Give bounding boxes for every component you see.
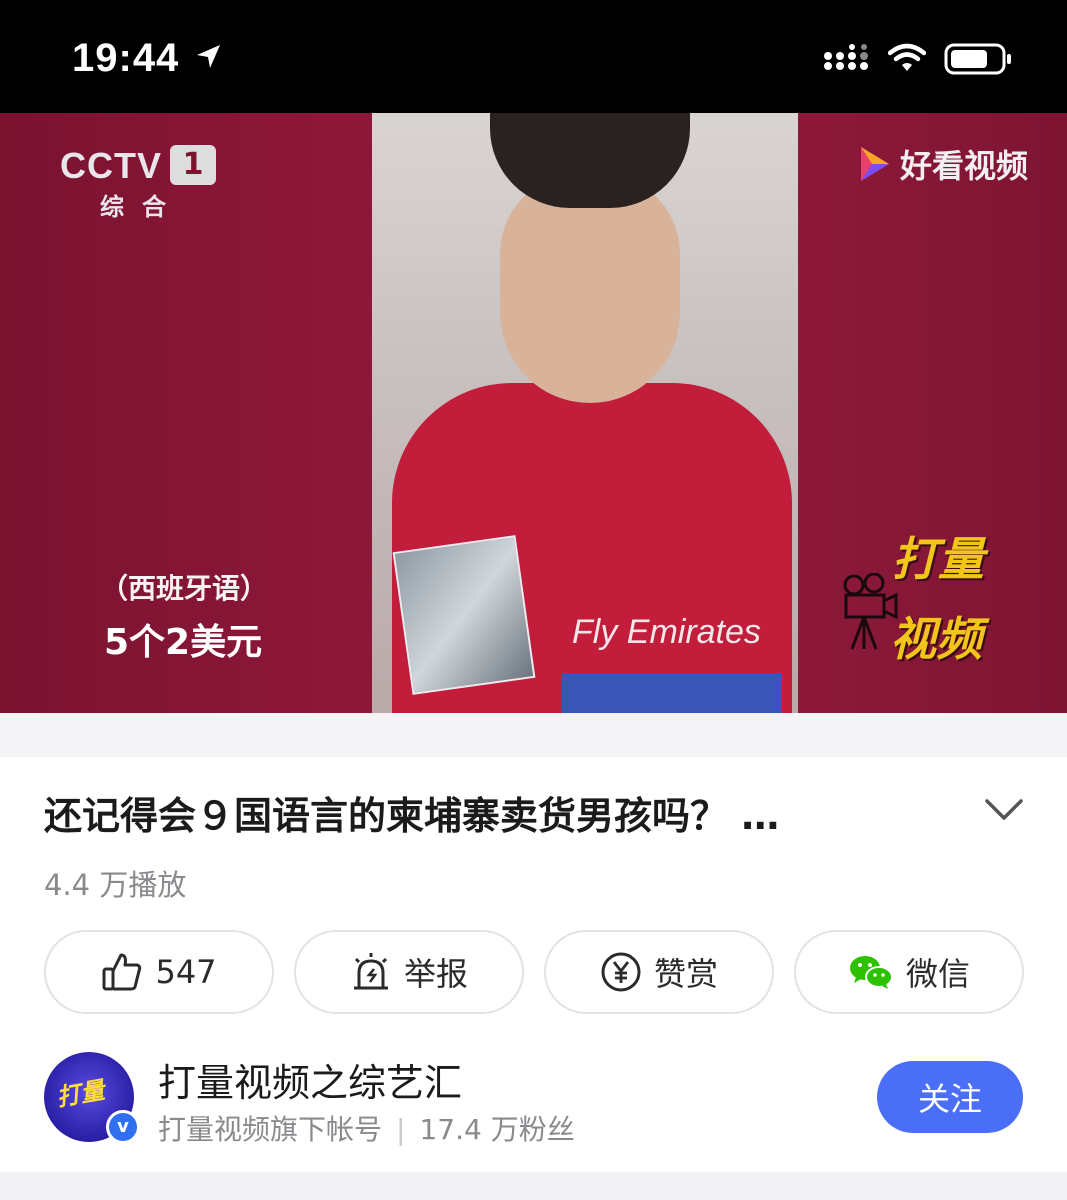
reward-label: 赞赏 [653, 955, 718, 993]
follow-button[interactable]: 关注 [877, 1061, 1023, 1133]
wechat-icon [849, 956, 893, 989]
wechat-share-button[interactable]: 微信 [794, 930, 1024, 1014]
wifi-icon [888, 43, 926, 71]
haokan-watermark-text: 好看视频 [900, 147, 1029, 185]
wechat-label: 微信 [905, 955, 970, 993]
like-count: 547 [155, 953, 217, 991]
play-count: 4.4 万播放 [44, 868, 187, 902]
yen-coin-icon [601, 952, 641, 992]
like-button[interactable]: 547 [44, 930, 274, 1014]
divider: | [396, 1113, 406, 1146]
subtitle-text: 5个2美元 [104, 622, 263, 663]
subtitle-language: （西班牙语） [100, 572, 269, 605]
video-title: 还记得会９国语言的柬埔寨卖货男孩吗？ … [44, 794, 780, 838]
thumbs-up-icon [102, 953, 142, 991]
cctv-channel-number: 1 [170, 145, 216, 185]
author-section: 打量 v 打量视频之综艺汇 打量视频旗下帐号 | 17.4 万粉丝 关注 [44, 1048, 1024, 1148]
video-blue-strip [562, 673, 782, 713]
video-player[interactable]: Fly Emirates CCTV 1 综合 好看视频 （西班牙语） 5个2美元 … [0, 113, 1067, 713]
daliang-logo-line1: 打量 [892, 532, 984, 586]
verified-badge-icon: v [106, 1110, 140, 1144]
cctv-logo-text: CCTV [60, 145, 162, 186]
daliang-corner-logo: 打量 视频 [840, 523, 1000, 693]
location-arrow-icon [197, 45, 220, 68]
section-divider [0, 1172, 1067, 1200]
avatar-text: 打量 [54, 1076, 107, 1112]
author-followers: 17.4 万粉丝 [419, 1113, 575, 1146]
video-title-row[interactable]: 还记得会９国语言的柬埔寨卖货男孩吗？ … [44, 785, 1024, 839]
report-button[interactable]: 举报 [294, 930, 524, 1014]
cctv-channel-sub: 综合 [100, 193, 184, 221]
video-product-bag [392, 535, 536, 695]
action-bar: 547 举报 赞赏 微信 [44, 930, 1024, 1014]
haokan-play-icon [861, 147, 889, 181]
author-subtitle: 打量视频旗下帐号 | 17.4 万粉丝 [158, 1108, 575, 1148]
video-frame: Fly Emirates [372, 113, 798, 713]
cctv-logo: CCTV 1 综合 [60, 145, 216, 222]
report-icon [353, 953, 388, 990]
reward-button[interactable]: 赞赏 [544, 930, 774, 1014]
chevron-down-icon[interactable] [984, 797, 1024, 823]
cellular-signal-icon [824, 44, 868, 70]
daliang-logo-line2: 视频 [890, 612, 982, 666]
battery-icon [944, 43, 1011, 75]
haokan-watermark: 好看视频 [858, 141, 1028, 187]
video-figure-hair [490, 113, 690, 208]
author-name[interactable]: 打量视频之综艺汇 [158, 1052, 462, 1107]
status-bar: 19:44 [0, 0, 1067, 113]
video-underlay [0, 713, 1067, 757]
report-label: 举报 [403, 955, 468, 993]
shirt-text: Fly Emirates [572, 613, 761, 651]
status-time: 19:44 [72, 36, 180, 80]
author-description: 打量视频旗下帐号 [158, 1113, 383, 1146]
